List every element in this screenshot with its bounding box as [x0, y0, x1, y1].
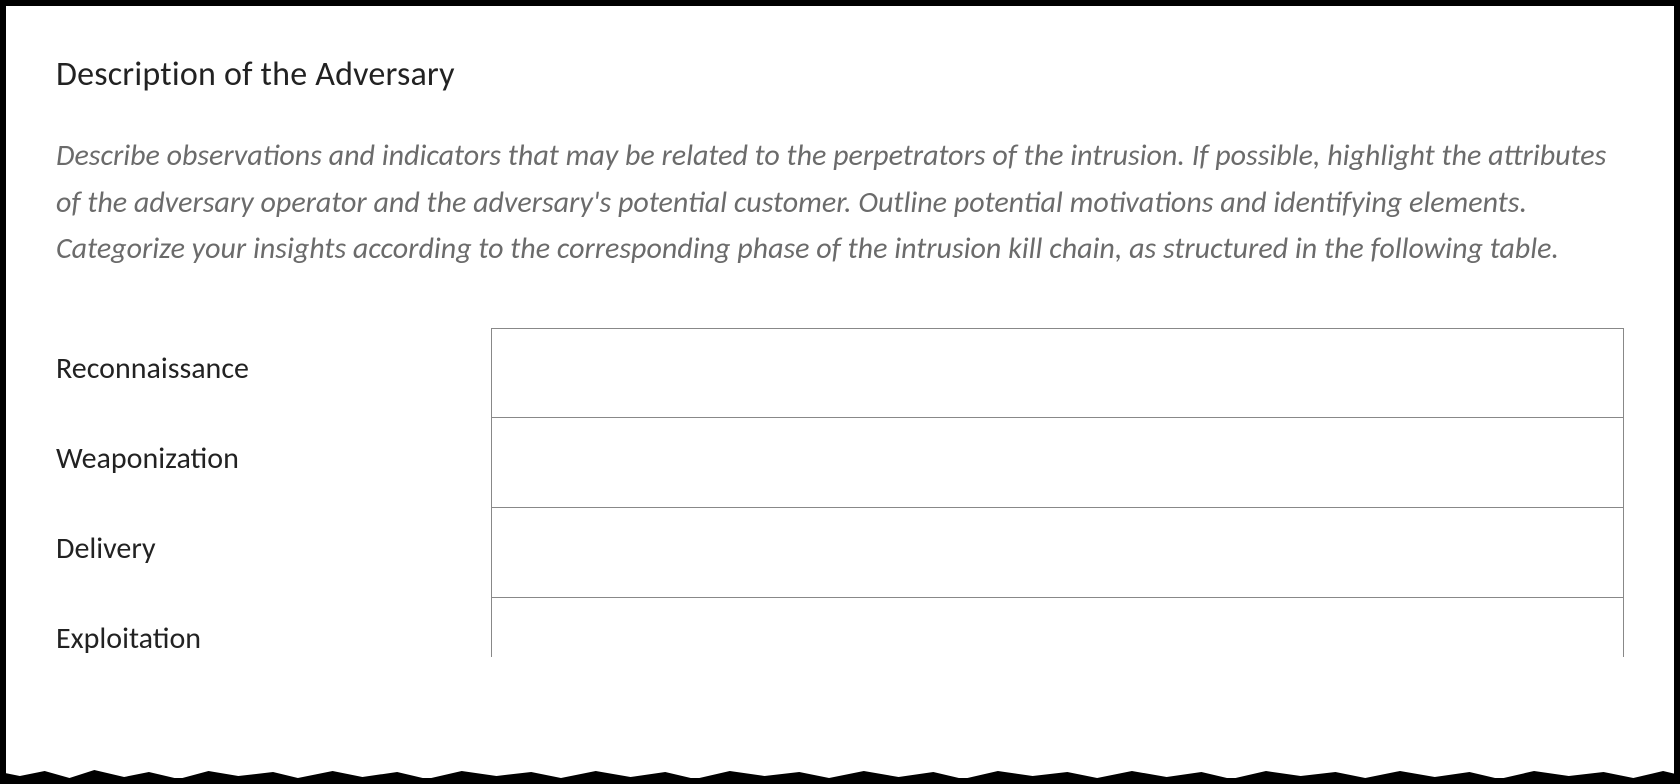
- table-row: Delivery: [56, 508, 1624, 598]
- row-cell-delivery[interactable]: [491, 508, 1624, 598]
- table-row: Exploitation: [56, 598, 1624, 657]
- document-page: Description of the Adversary Describe ob…: [0, 0, 1680, 784]
- table-row: Weaponization: [56, 418, 1624, 508]
- row-cell-exploitation[interactable]: [491, 598, 1624, 657]
- section-description: Describe observations and indicators tha…: [56, 133, 1624, 273]
- kill-chain-table: Reconnaissance Weaponization Delivery Ex…: [56, 328, 1624, 657]
- section-title: Description of the Adversary: [56, 54, 1624, 95]
- row-label-delivery: Delivery: [56, 508, 491, 598]
- table-row: Reconnaissance: [56, 328, 1624, 418]
- row-label-weaponization: Weaponization: [56, 418, 491, 508]
- row-cell-weaponization[interactable]: [491, 418, 1624, 508]
- torn-edge-decoration: [0, 766, 1680, 784]
- row-label-exploitation: Exploitation: [56, 598, 491, 657]
- row-label-reconnaissance: Reconnaissance: [56, 328, 491, 418]
- row-cell-reconnaissance[interactable]: [491, 328, 1624, 418]
